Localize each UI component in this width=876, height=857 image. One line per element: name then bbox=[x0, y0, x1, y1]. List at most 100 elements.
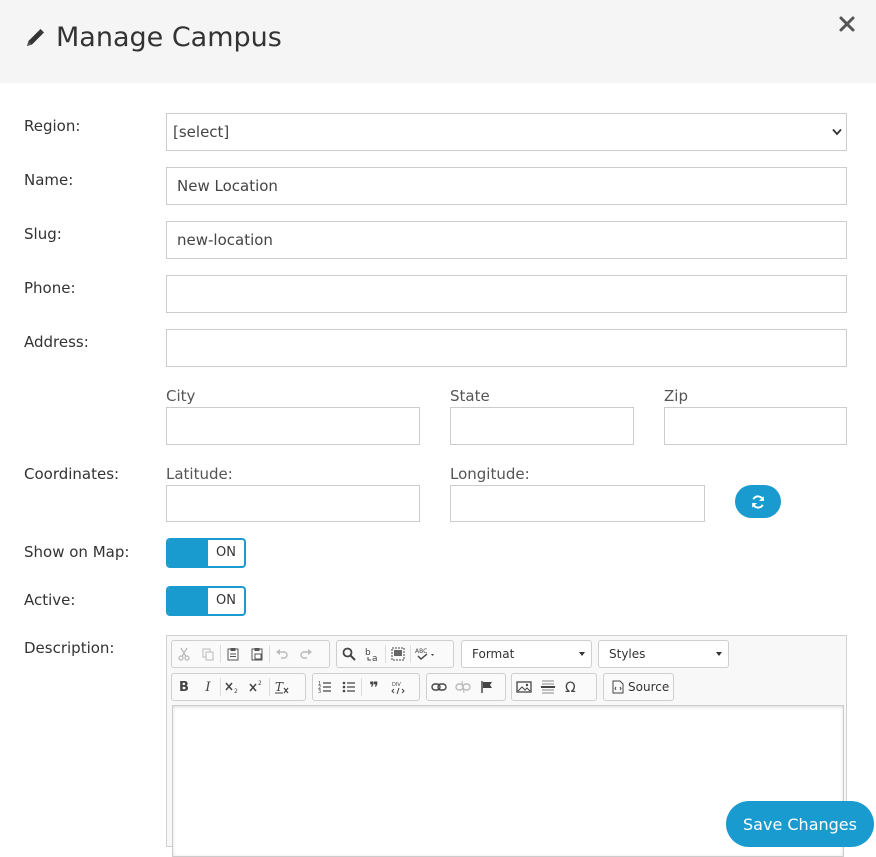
paste-text-icon bbox=[251, 648, 263, 661]
styles-dropdown-label: Styles bbox=[609, 647, 646, 661]
basic-styles-toolbar-group: B I 2 2 T bbox=[171, 673, 306, 701]
region-select[interactable]: [select] bbox=[166, 113, 847, 151]
subscript-button[interactable]: 2 bbox=[221, 674, 245, 700]
flag-icon bbox=[481, 681, 492, 693]
name-label: Name: bbox=[24, 171, 74, 189]
page-title: Manage Campus bbox=[56, 22, 282, 53]
horizontal-rule-icon bbox=[541, 680, 555, 694]
find-button[interactable] bbox=[337, 641, 361, 667]
paragraph-toolbar-group: 123 ❞ DIV bbox=[312, 673, 420, 701]
name-input[interactable]: New Location bbox=[166, 167, 847, 205]
image-icon bbox=[516, 681, 532, 693]
redo-button[interactable] bbox=[294, 641, 318, 667]
toggle-state: ON bbox=[216, 593, 236, 608]
bold-button[interactable]: B bbox=[172, 674, 196, 700]
omega-icon: Ω bbox=[565, 680, 576, 694]
longitude-label: Longitude: bbox=[450, 465, 530, 483]
image-button[interactable] bbox=[512, 674, 536, 700]
scissors-icon bbox=[178, 647, 190, 661]
format-dropdown-label: Format bbox=[472, 647, 515, 661]
latitude-input[interactable] bbox=[166, 485, 420, 522]
search-icon bbox=[342, 647, 356, 661]
document-toolbar-group: Source bbox=[603, 673, 674, 701]
link-icon bbox=[431, 683, 447, 691]
remove-format-icon: T bbox=[275, 680, 289, 694]
copy-button[interactable] bbox=[196, 641, 220, 667]
svg-text:ABC: ABC bbox=[415, 648, 427, 655]
remove-format-button[interactable]: T bbox=[270, 674, 294, 700]
replace-button[interactable]: ba bbox=[361, 641, 385, 667]
format-dropdown[interactable]: Format bbox=[461, 640, 592, 668]
svg-text:3: 3 bbox=[318, 689, 321, 694]
select-all-button[interactable] bbox=[386, 641, 410, 667]
state-label: State bbox=[450, 387, 490, 405]
state-input[interactable] bbox=[450, 407, 634, 445]
special-character-button[interactable]: Ω bbox=[560, 674, 584, 700]
region-label: Region: bbox=[24, 117, 81, 135]
caret-down-icon bbox=[579, 652, 585, 656]
geocode-refresh-button[interactable] bbox=[735, 485, 781, 518]
superscript-button[interactable]: 2 bbox=[245, 674, 269, 700]
clipboard-toolbar-group bbox=[171, 640, 330, 668]
modal-title: Manage Campus bbox=[24, 22, 282, 53]
refresh-icon bbox=[752, 494, 764, 509]
numbered-list-icon: 123 bbox=[318, 681, 331, 694]
bulleted-list-icon bbox=[342, 681, 355, 693]
italic-button[interactable]: I bbox=[196, 674, 220, 700]
show-on-map-label: Show on Map: bbox=[24, 543, 130, 561]
close-icon[interactable] bbox=[837, 14, 857, 34]
spellcheck-icon: ABC bbox=[415, 648, 434, 660]
create-div-button[interactable]: DIV bbox=[386, 674, 410, 700]
insert-toolbar-group: Ω bbox=[511, 673, 597, 701]
blockquote-button[interactable]: ❞ bbox=[362, 674, 386, 700]
cut-button[interactable] bbox=[172, 641, 196, 667]
source-button[interactable]: Source bbox=[628, 680, 669, 694]
save-changes-button[interactable]: Save Changes bbox=[726, 801, 874, 847]
pencil-icon bbox=[27, 28, 44, 46]
undo-icon bbox=[276, 649, 288, 659]
svg-text:DIV: DIV bbox=[392, 682, 401, 688]
slug-input[interactable]: new-location bbox=[166, 221, 847, 259]
slug-label: Slug: bbox=[24, 225, 62, 243]
svg-text:a: a bbox=[372, 654, 378, 662]
zip-label: Zip bbox=[664, 387, 688, 405]
zip-input[interactable] bbox=[664, 407, 847, 445]
styles-dropdown[interactable]: Styles bbox=[598, 640, 729, 668]
anchor-button[interactable] bbox=[475, 674, 499, 700]
undo-button[interactable] bbox=[270, 641, 294, 667]
horizontal-rule-button[interactable] bbox=[536, 674, 560, 700]
chevron-down-icon bbox=[832, 128, 842, 136]
replace-icon: ba bbox=[365, 648, 378, 662]
latitude-label: Latitude: bbox=[166, 465, 233, 483]
paste-icon bbox=[227, 648, 239, 661]
bulleted-list-button[interactable] bbox=[337, 674, 361, 700]
active-label: Active: bbox=[24, 591, 76, 609]
toggle-knob bbox=[168, 540, 208, 566]
phone-label: Phone: bbox=[24, 279, 76, 297]
source-code-icon bbox=[612, 680, 624, 694]
paste-button[interactable] bbox=[221, 641, 245, 667]
spellcheck-button[interactable]: ABC bbox=[411, 641, 441, 667]
toggle-knob bbox=[168, 588, 208, 614]
show-on-map-toggle[interactable]: ON bbox=[166, 538, 246, 568]
longitude-input[interactable] bbox=[450, 485, 705, 522]
unlink-button[interactable] bbox=[451, 674, 475, 700]
numbered-list-button[interactable]: 123 bbox=[313, 674, 337, 700]
caret-down-icon bbox=[716, 652, 722, 656]
city-label: City bbox=[166, 387, 196, 405]
svg-text:2: 2 bbox=[258, 680, 262, 687]
phone-input[interactable] bbox=[166, 275, 847, 313]
select-all-icon bbox=[391, 647, 405, 661]
link-button[interactable] bbox=[427, 674, 451, 700]
redo-icon bbox=[300, 649, 312, 659]
active-toggle[interactable]: ON bbox=[166, 586, 246, 616]
city-input[interactable] bbox=[166, 407, 420, 445]
links-toolbar-group bbox=[426, 673, 506, 701]
subscript-icon: 2 bbox=[225, 682, 238, 694]
svg-text:b: b bbox=[365, 648, 371, 658]
address-input[interactable] bbox=[166, 329, 847, 367]
paste-text-button[interactable] bbox=[245, 641, 269, 667]
superscript-icon: 2 bbox=[249, 680, 262, 692]
svg-text:Ω: Ω bbox=[565, 680, 576, 694]
region-selected-value: [select] bbox=[173, 123, 230, 141]
